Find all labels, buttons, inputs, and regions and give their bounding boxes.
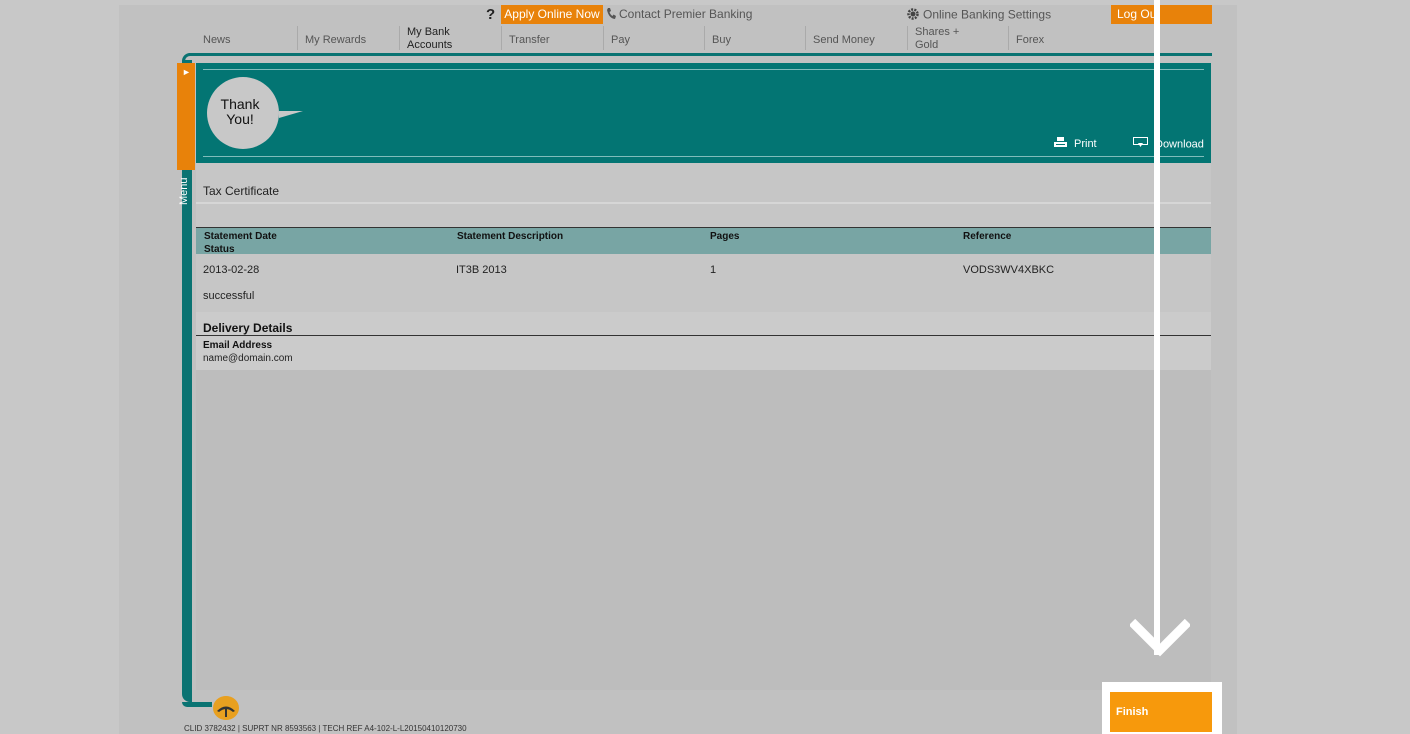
nav-label: Send Money bbox=[813, 34, 875, 46]
arrow-down-icon bbox=[1128, 618, 1192, 663]
nav-shares-gold[interactable]: Shares + Gold bbox=[907, 26, 1008, 51]
settings-label: Online Banking Settings bbox=[923, 7, 1052, 22]
email-value: name@domain.com bbox=[203, 353, 293, 364]
thank-you-text: Thank You! bbox=[220, 96, 260, 127]
help-icon[interactable]: ? bbox=[486, 6, 495, 23]
cell-description: IT3B 2013 bbox=[456, 264, 507, 276]
online-banking-settings-link[interactable]: Online Banking Settings bbox=[906, 7, 1051, 24]
bank-logo bbox=[213, 696, 239, 720]
nav-label: Forex bbox=[1016, 34, 1045, 46]
th-reference: Reference bbox=[963, 231, 1012, 242]
download-icon bbox=[1133, 137, 1148, 152]
phone-icon bbox=[606, 7, 616, 23]
delivery-divider bbox=[196, 335, 1211, 336]
cell-date: 2013-02-28 bbox=[203, 264, 260, 276]
email-label: Email Address bbox=[203, 340, 273, 351]
finish-button[interactable]: Finish bbox=[1110, 692, 1212, 732]
th-statement-date: Statement Date bbox=[204, 231, 277, 242]
cell-pages: 1 bbox=[710, 264, 717, 276]
logout-button[interactable]: Log Out bbox=[1111, 5, 1212, 24]
contact-premier-banking-link[interactable]: Contact Premier Banking bbox=[606, 7, 752, 23]
nav-buy[interactable]: Buy bbox=[704, 26, 805, 50]
footer-ref: CLID 3782432 | SUPRT NR 8593563 | TECH R… bbox=[184, 724, 467, 733]
nav-news[interactable]: News bbox=[196, 26, 297, 50]
nav-label: My Bank Accounts bbox=[407, 26, 453, 51]
nav-label: Shares + Gold bbox=[915, 26, 960, 51]
guide-line bbox=[1154, 0, 1160, 655]
section-title: Tax Certificate bbox=[203, 184, 280, 198]
frame-line-top bbox=[189, 53, 1212, 56]
confirmation-header: Thank You! Print Download bbox=[196, 63, 1211, 163]
chevron-right-icon: ► bbox=[182, 67, 191, 77]
cell-reference: VODS3WV4XBKC bbox=[963, 264, 1055, 276]
bubble-tail bbox=[279, 111, 303, 118]
table-header: Statement Date Statement Description Pag… bbox=[196, 228, 1211, 255]
download-button[interactable]: Download bbox=[1133, 137, 1204, 152]
nav-label: My Rewards bbox=[305, 34, 367, 46]
print-button[interactable]: Print bbox=[1054, 137, 1097, 151]
download-label: Download bbox=[1155, 138, 1204, 151]
delivery-details: Delivery Details Email Address name@doma… bbox=[196, 312, 1211, 370]
menu-label: Menu bbox=[178, 177, 190, 205]
printer-icon bbox=[1054, 137, 1067, 151]
cell-status: successful bbox=[203, 290, 255, 302]
delivery-title: Delivery Details bbox=[203, 321, 293, 335]
nav-label: Transfer bbox=[509, 34, 550, 46]
th-statement-description: Statement Description bbox=[457, 231, 564, 242]
nav-my-rewards[interactable]: My Rewards bbox=[297, 26, 399, 50]
main-content: Thank You! Print Download Tax Certificat… bbox=[196, 63, 1211, 690]
th-status: Status bbox=[204, 244, 235, 255]
header-divider bbox=[203, 69, 1204, 70]
empty-area bbox=[196, 370, 1211, 690]
divider bbox=[196, 202, 1211, 204]
contact-label: Contact Premier Banking bbox=[619, 7, 753, 22]
nav-pay[interactable]: Pay bbox=[603, 26, 704, 50]
nav-label: News bbox=[203, 34, 231, 46]
nav-forex[interactable]: Forex bbox=[1008, 26, 1109, 50]
gear-icon bbox=[906, 7, 920, 24]
nav-label: Buy bbox=[712, 34, 731, 46]
apply-online-button[interactable]: Apply Online Now bbox=[501, 5, 603, 24]
nav-my-bank-accounts[interactable]: My Bank Accounts bbox=[399, 26, 501, 51]
header-divider bbox=[203, 156, 1204, 157]
nav-label: Pay bbox=[611, 34, 630, 46]
print-label: Print bbox=[1074, 137, 1097, 150]
th-pages: Pages bbox=[710, 231, 740, 242]
nav-transfer[interactable]: Transfer bbox=[501, 26, 603, 50]
menu-tab[interactable]: ► Menu bbox=[177, 63, 195, 205]
thank-you-bubble: Thank You! bbox=[207, 77, 303, 149]
nav-send-money[interactable]: Send Money bbox=[805, 26, 907, 50]
frame-line-bottom bbox=[182, 702, 212, 707]
